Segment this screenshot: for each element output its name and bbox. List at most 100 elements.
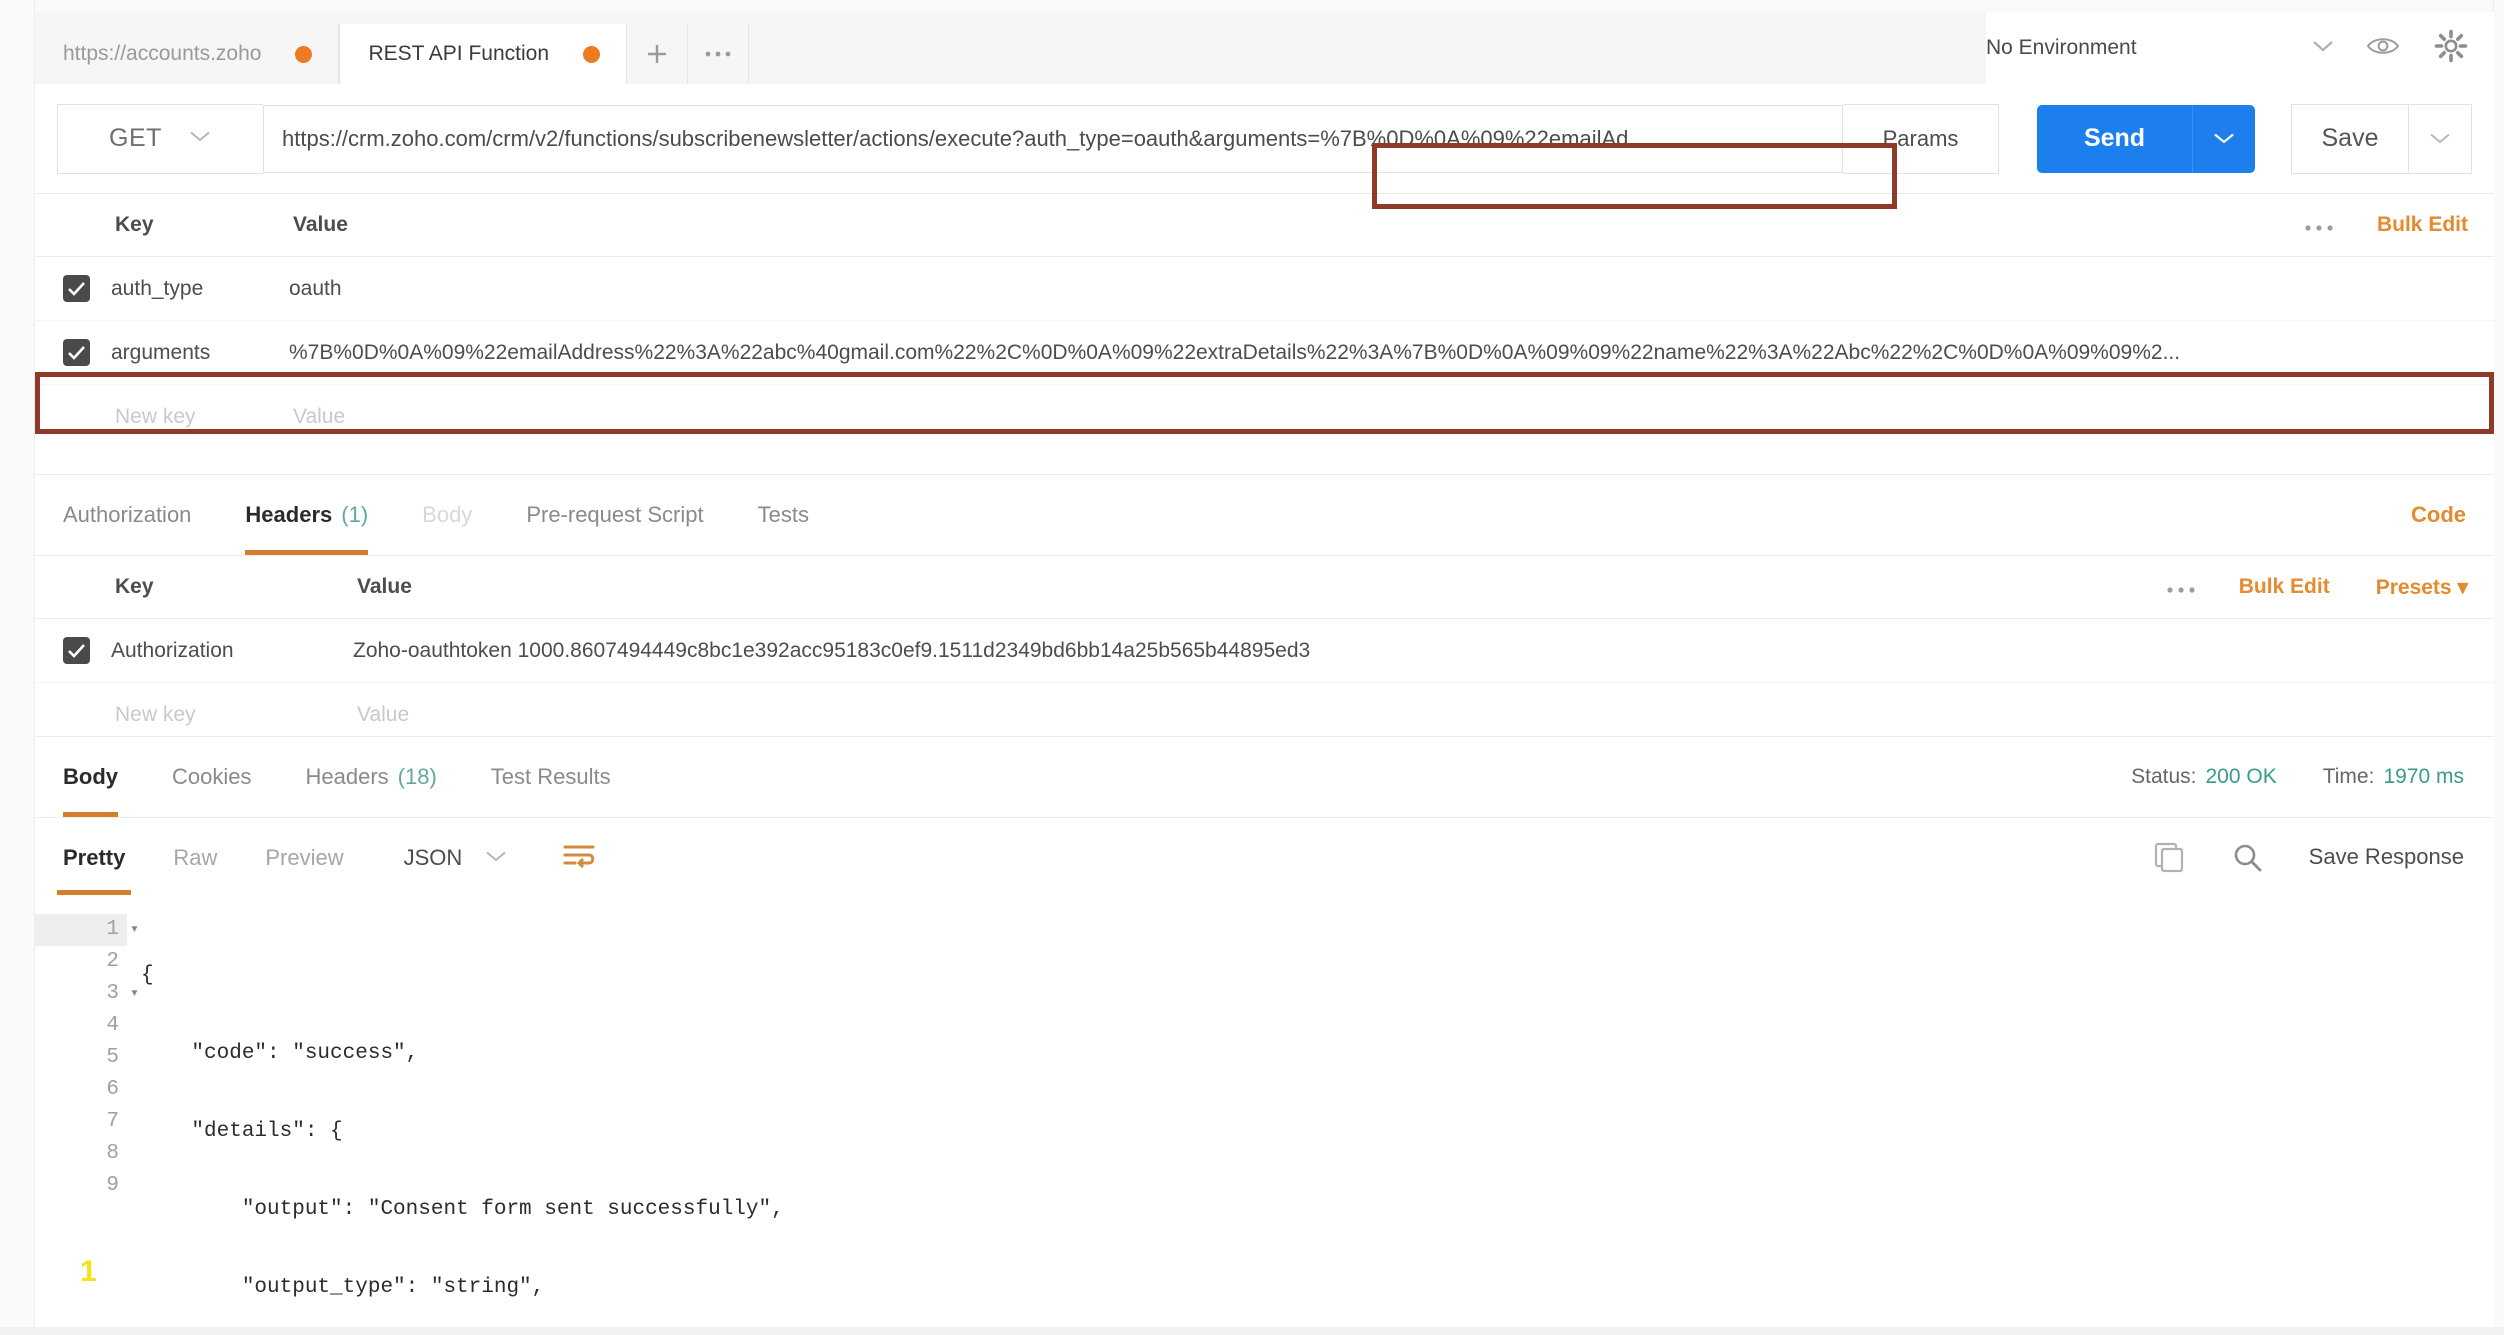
response-tab-test-results[interactable]: Test Results	[491, 737, 611, 817]
status-badge: Status: 200 OK	[2131, 765, 2277, 789]
params-more-button[interactable]	[2303, 211, 2335, 240]
tab-headers[interactable]: Headers (1)	[245, 475, 368, 555]
tab-pre-request-script[interactable]: Pre-request Script	[526, 475, 703, 555]
tab-label: Body	[422, 502, 473, 527]
response-meta: Status: 200 OK Time: 1970 ms	[2085, 737, 2464, 817]
params-bulk-edit-button[interactable]: Bulk Edit	[2377, 213, 2468, 237]
caret-down-icon: ▾	[2457, 575, 2468, 599]
response-format-label: JSON	[403, 845, 463, 870]
checkbox-checked-icon[interactable]	[63, 637, 90, 664]
send-options-button[interactable]	[2192, 104, 2255, 173]
response-actions: Save Response	[2107, 818, 2464, 896]
time-label: Time:	[2322, 765, 2375, 788]
headers-more-button[interactable]	[2165, 573, 2197, 602]
headers-row-checkbox-cell	[35, 637, 111, 664]
params-new-key-input[interactable]: New key	[111, 405, 293, 429]
params-row-key[interactable]: arguments	[111, 341, 289, 365]
environment-selector[interactable]: No Environment	[1986, 36, 2336, 60]
tab-tests[interactable]: Tests	[758, 475, 809, 555]
table-row[interactable]: auth_type oauth	[35, 257, 2494, 321]
word-wrap-icon	[563, 845, 595, 868]
time-badge: Time: 1970 ms	[2323, 765, 2464, 789]
table-row[interactable]: arguments %7B%0D%0A%09%22emailAddress%22…	[35, 321, 2494, 385]
window-frame-left	[0, 0, 35, 1335]
response-tab-body[interactable]: Body	[63, 737, 118, 817]
checkbox-checked-icon[interactable]	[63, 339, 90, 366]
response-tab-headers[interactable]: Headers (18)	[305, 737, 436, 817]
headers-new-key-input[interactable]: New key	[111, 703, 357, 727]
save-button-group: Save	[2291, 103, 2472, 174]
headers-presets-label: Presets	[2375, 575, 2452, 599]
request-tab-accounts[interactable]: https://accounts.zoho	[35, 24, 340, 84]
response-format-selector[interactable]: JSON	[404, 845, 509, 871]
tab-label: Test Results	[490, 764, 611, 789]
ellipsis-icon	[705, 51, 731, 57]
check-glyph	[68, 346, 85, 360]
headers-row-value[interactable]: Zoho-oauthtoken 1000.8607494449c8bc1e392…	[353, 639, 2494, 663]
params-new-row[interactable]: New key Value	[35, 385, 2494, 448]
headers-row-key[interactable]: Authorization	[111, 639, 353, 663]
request-tab-label: https://accounts.zoho	[63, 42, 262, 65]
params-row-checkbox-cell	[35, 275, 111, 302]
table-row[interactable]: Authorization Zoho-oauthtoken 1000.86074…	[35, 619, 2494, 683]
headers-new-value-input[interactable]: Value	[357, 703, 2494, 727]
params-row-key[interactable]: auth_type	[111, 277, 289, 301]
eye-icon	[2366, 37, 2400, 54]
window-frame-bottom	[0, 1327, 2504, 1335]
more-tabs-button[interactable]	[688, 24, 749, 84]
params-header-value: Value	[293, 213, 348, 236]
code-line: {	[141, 964, 154, 987]
params-row-value[interactable]: %7B%0D%0A%09%22emailAddress%22%3A%22abc%…	[289, 341, 2494, 365]
chevron-down-icon	[484, 847, 508, 870]
code-line-numbers: 1 ▾ 2 3 ▾ 4 5 6 7 8 9	[35, 914, 139, 1202]
headers-presets-button[interactable]: Presets ▾	[2376, 575, 2468, 600]
search-response-button[interactable]	[2231, 841, 2263, 873]
window-frame-top	[0, 0, 2504, 12]
save-response-button[interactable]: Save Response	[2309, 844, 2464, 870]
new-tab-button[interactable]	[627, 24, 688, 84]
response-view-toolbar: Pretty Raw Preview JSON Save Response	[35, 818, 2494, 898]
chevron-down-glyph	[190, 131, 210, 142]
response-view-raw[interactable]: Raw	[173, 819, 217, 897]
chevron-down-icon	[2430, 133, 2450, 144]
tab-authorization[interactable]: Authorization	[63, 475, 191, 555]
params-header-actions: Bulk Edit	[2303, 194, 2468, 256]
chevron-down-glyph	[486, 851, 506, 861]
params-toggle-button[interactable]: Params	[1843, 103, 1999, 174]
code-content[interactable]: { "code": "success", "details": { "outpu…	[141, 914, 2494, 1327]
query-params-table: Key Value Bulk Edit auth_type oauth argu…	[35, 194, 2494, 474]
code-line: "details": {	[141, 1120, 343, 1143]
tab-label: Body	[63, 764, 118, 789]
environment-quick-look-button[interactable]	[2366, 34, 2400, 63]
fold-toggle-icon[interactable]: ▾	[130, 914, 139, 946]
line-number: 2	[106, 950, 119, 973]
params-new-value-input[interactable]: Value	[293, 405, 2494, 429]
code-link-button[interactable]: Code	[2411, 475, 2466, 555]
copy-response-button[interactable]	[2153, 841, 2185, 873]
tab-label: Tests	[757, 502, 809, 527]
send-button[interactable]: Send	[2037, 104, 2192, 173]
ellipsis-icon	[2305, 224, 2333, 231]
response-tab-cookies[interactable]: Cookies	[172, 737, 251, 817]
response-view-preview[interactable]: Preview	[265, 819, 343, 897]
code-line: "code": "success",	[141, 1042, 419, 1065]
request-url-input[interactable]: https://crm.zoho.com/crm/v2/functions/su…	[263, 104, 1843, 173]
headers-header-key: Key	[115, 575, 154, 598]
checkbox-checked-icon[interactable]	[63, 275, 90, 302]
headers-table-header: Key Value Bulk Edit Presets ▾	[35, 556, 2494, 619]
http-method-selector[interactable]: GET	[57, 103, 263, 174]
params-header-key: Key	[115, 213, 154, 236]
save-button[interactable]: Save	[2291, 103, 2409, 174]
headers-bulk-edit-button[interactable]: Bulk Edit	[2239, 575, 2330, 599]
request-tab-rest-api-function[interactable]: REST API Function	[339, 24, 627, 84]
save-options-button[interactable]	[2409, 103, 2472, 174]
word-wrap-button[interactable]	[562, 842, 596, 875]
settings-button[interactable]	[2434, 29, 2468, 68]
tab-body[interactable]: Body	[422, 475, 472, 555]
params-table-header: Key Value Bulk Edit	[35, 194, 2494, 257]
response-view-pretty[interactable]: Pretty	[56, 819, 132, 897]
response-body-viewer[interactable]: 1 ▾ 2 3 ▾ 4 5 6 7 8 9 { "code": "success",…	[35, 898, 2494, 1327]
fold-toggle-icon[interactable]: ▾	[130, 978, 139, 1010]
params-row-value[interactable]: oauth	[289, 277, 2494, 301]
line-number: 8	[106, 1142, 119, 1165]
